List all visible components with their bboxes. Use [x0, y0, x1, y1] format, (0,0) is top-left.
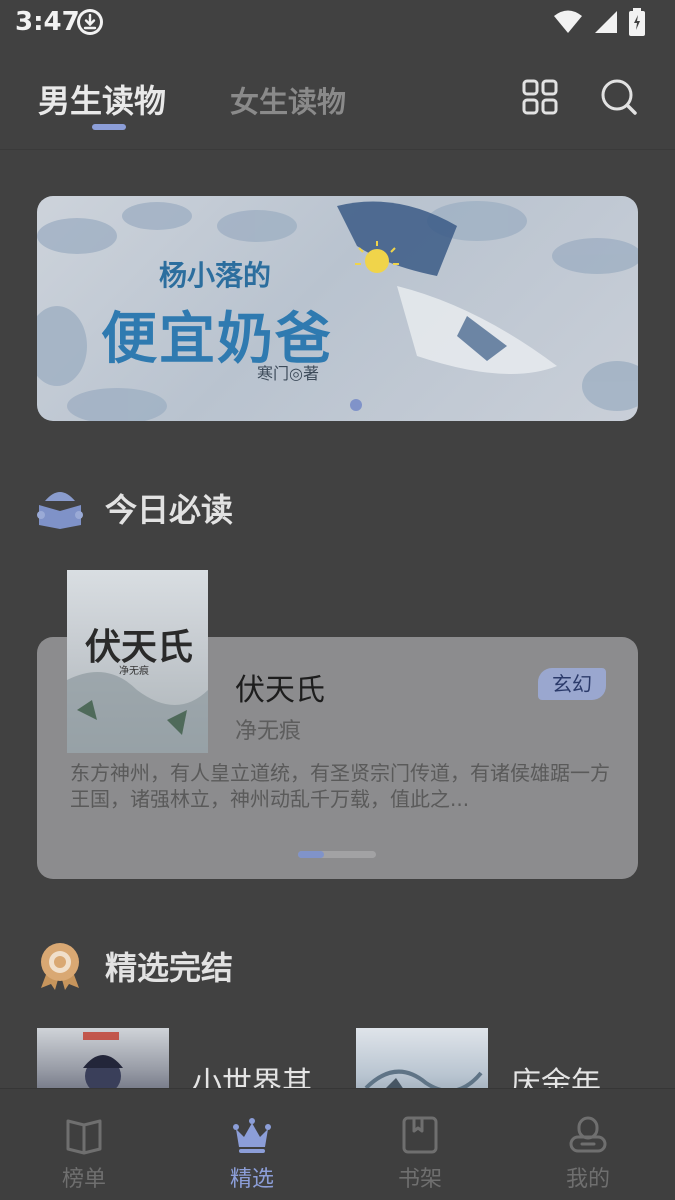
tab-female-reading[interactable]: 女生读物 — [230, 79, 346, 121]
promo-banner[interactable]: 杨小落的 便宜奶爸 寒门◎著 — [37, 196, 638, 421]
book-open-icon — [66, 1119, 102, 1155]
finished-book-title: 小世界其 — [192, 1066, 312, 1090]
finished-section-header: 精选完结 — [37, 942, 233, 990]
book-author: 净无痕 — [235, 719, 302, 744]
nav-item-featured[interactable]: 精选 — [168, 1089, 336, 1200]
medal-icon — [41, 943, 79, 990]
nav-label-bookshelf: 书架 — [397, 1167, 442, 1192]
today-section-label: 今日必读 — [105, 491, 234, 529]
banner-title-small: 杨小落的 — [159, 259, 272, 292]
book-title[interactable]: 伏天氏 — [235, 665, 325, 709]
status-bar: 3:47 — [0, 0, 675, 46]
finished-book-cover — [37, 1028, 169, 1090]
book-cover[interactable]: 伏天氏 净无痕 — [67, 570, 208, 753]
active-tab-indicator — [92, 124, 126, 130]
bookshelf-icon — [402, 1116, 438, 1154]
nav-item-profile[interactable]: 我的 — [504, 1089, 672, 1200]
book-description: 东方神州，有人皇立道统，有圣贤宗门传道，有诸侯雄踞一方王国，诸强林立，神州动乱千… — [70, 761, 610, 811]
top-header: 男生读物 女生读物 — [0, 60, 675, 150]
finished-section-label: 精选完结 — [105, 949, 234, 987]
reading-book-icon — [37, 492, 83, 529]
nav-item-rankings[interactable]: 榜单 — [0, 1089, 168, 1200]
search-icon[interactable] — [600, 78, 638, 116]
today-section-header: 今日必读 — [37, 485, 233, 531]
banner-page-indicator — [350, 399, 362, 411]
crown-icon — [233, 1118, 271, 1153]
finished-book-item[interactable]: 小世界其 — [37, 1028, 337, 1090]
card-carousel-indicator — [298, 851, 324, 858]
nav-label-profile: 我的 — [565, 1167, 610, 1192]
profile-icon — [569, 1116, 607, 1153]
finished-book-title: 庆余年 — [511, 1066, 601, 1090]
bottom-navigation: 榜单 精选 书架 我的 — [0, 1088, 675, 1200]
signal-icon — [595, 11, 617, 33]
tab-male-reading[interactable]: 男生读物 — [38, 76, 166, 122]
download-icon — [77, 9, 103, 35]
finished-book-item[interactable]: 庆余年 — [356, 1028, 656, 1090]
cover-author: 净无痕 — [119, 666, 149, 677]
nav-label-rankings: 榜单 — [61, 1167, 106, 1192]
battery-icon — [629, 8, 645, 36]
genre-tag: 玄幻 — [538, 668, 606, 700]
wifi-icon — [554, 10, 582, 33]
banner-author: 寒门◎著 — [257, 364, 319, 383]
nav-label-featured: 精选 — [229, 1167, 274, 1192]
finished-book-cover — [356, 1028, 488, 1090]
status-time: 3:47 — [15, 7, 80, 37]
grid-icon[interactable] — [521, 78, 559, 116]
nav-item-bookshelf[interactable]: 书架 — [336, 1089, 504, 1200]
